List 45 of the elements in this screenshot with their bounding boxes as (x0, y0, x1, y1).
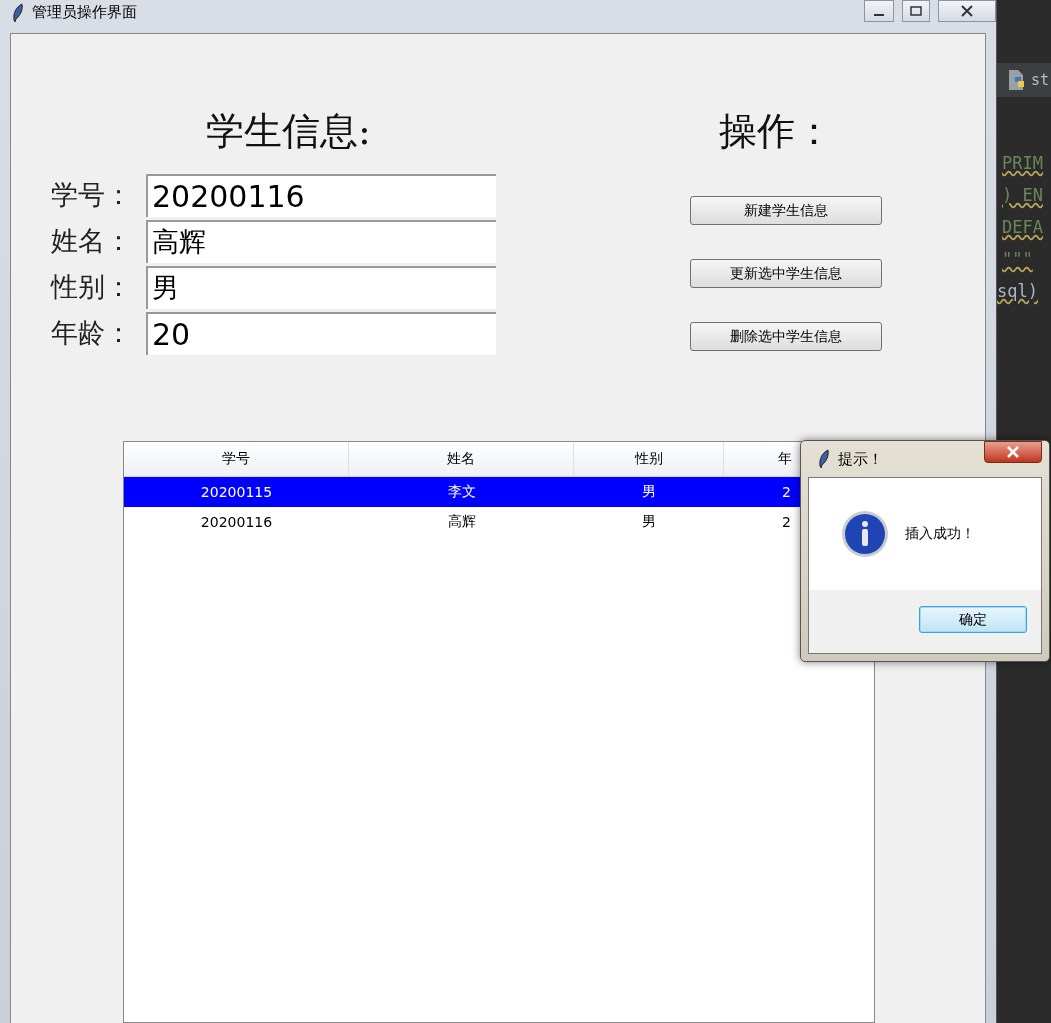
field-label: 年龄： (51, 316, 133, 350)
close-button[interactable] (938, 0, 996, 22)
minimize-button[interactable] (864, 0, 894, 22)
ok-button[interactable]: 确定 (919, 606, 1027, 633)
action-button[interactable]: 更新选中学生信息 (690, 259, 882, 288)
maximize-icon (910, 6, 922, 16)
table-cell-text: 2 (781, 483, 792, 502)
field-label: 性别： (51, 270, 133, 304)
close-button[interactable] (984, 441, 1042, 463)
action-button[interactable]: 新建学生信息 (690, 196, 882, 225)
table-cell-text: 20200116 (199, 513, 274, 532)
table-cell-text: 男 (641, 482, 657, 501)
column-header[interactable]: 学号 (124, 442, 349, 476)
table-cell-text: 男 (641, 512, 657, 531)
action-button[interactable]: 删除选中学生信息 (690, 322, 882, 351)
field-label: 学号： (51, 178, 133, 212)
dialog-message: 插入成功！ (905, 525, 975, 543)
close-icon (1006, 446, 1020, 458)
python-file-icon (1007, 69, 1027, 91)
column-header[interactable]: 姓名 (349, 442, 574, 476)
minimize-icon (874, 14, 884, 16)
section-heading: 操作： (718, 108, 833, 155)
feather-icon (818, 449, 830, 469)
editor-tab[interactable]: st (997, 63, 1051, 97)
input-field[interactable]: 男 (146, 265, 496, 309)
table-cell-text: 20200115 (199, 483, 274, 502)
code-line: """ (1001, 249, 1034, 271)
table-cell-text: 2 (781, 513, 792, 532)
input-field[interactable]: 20 (146, 311, 496, 355)
maximize-button[interactable] (902, 0, 930, 22)
section-heading: 学生信息: (205, 108, 372, 155)
field-label: 姓名： (51, 224, 133, 258)
window-title: 管理员操作界面 (32, 3, 137, 22)
input-field[interactable]: 高辉 (146, 219, 496, 263)
table-cell-text: 李文 (446, 482, 477, 501)
code-line: sql) (997, 281, 1039, 303)
close-icon (960, 5, 974, 17)
code-line: ) EN (1001, 185, 1044, 207)
code-line: PRIM (1001, 153, 1044, 175)
info-icon (841, 510, 889, 558)
code-line: DEFA (1001, 217, 1044, 239)
input-field[interactable]: 20200116 (146, 173, 496, 217)
column-header[interactable]: 性别 (574, 442, 724, 476)
feather-icon (12, 2, 24, 23)
table-cell-text: 高辉 (446, 512, 477, 531)
